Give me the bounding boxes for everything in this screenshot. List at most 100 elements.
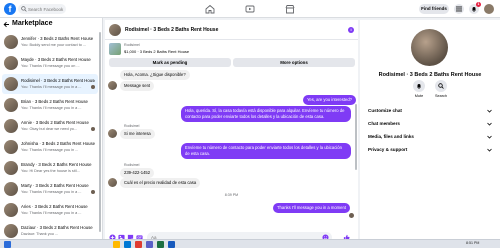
- sidebar-scrollbar[interactable]: [99, 32, 101, 232]
- conversation-snippet: You: Thanks I'll message you in a ...: [21, 85, 82, 89]
- mark-as-pending-button[interactable]: Mark as pending: [109, 58, 231, 67]
- search-label: Search: [434, 94, 448, 98]
- section-label: Chat members: [368, 121, 400, 126]
- seen-avatar: [91, 85, 95, 89]
- section-label: Privacy & support: [368, 147, 408, 152]
- word-icon[interactable]: [168, 241, 175, 248]
- message-incoming: Hola, Acoma. ¿Sigue disponible?: [120, 70, 190, 80]
- message-incoming: Cuál es el precio realidad de esta casa: [120, 178, 201, 188]
- profile-avatar[interactable]: [411, 29, 448, 66]
- chevron-down-icon: [487, 122, 492, 126]
- chevron-down-icon: [487, 109, 492, 113]
- file-explorer-icon[interactable]: [113, 241, 120, 248]
- conversation-snippet: You: Thanks I'll message you in a ...: [21, 106, 82, 110]
- chrome-icon[interactable]: [135, 241, 142, 248]
- conversation-snippet: You: Thanks I'll message you on ...: [21, 64, 80, 68]
- excel-icon[interactable]: [157, 241, 164, 248]
- avatar: [108, 81, 117, 90]
- notification-badge: 1: [476, 2, 481, 7]
- start-icon[interactable]: [4, 241, 11, 248]
- conversation-item[interactable]: Brandy · 3 Beds 2 Baths Rent House You: H…: [2, 158, 98, 178]
- seen-avatar: [91, 190, 95, 194]
- message-incoming: 239-422-1452: [120, 168, 155, 178]
- section-label: Customize chat: [368, 108, 402, 113]
- conversation-name: Marty · 3 Beds 2 Baths Rent House: [21, 183, 89, 188]
- conversation-snippet: You: Okay but dear we need yo...: [21, 127, 78, 131]
- conversation-item[interactable]: Aries · 3 Beds 2 Baths Rent House You: Th…: [2, 200, 98, 220]
- message-incoming: Si me interesa: [120, 129, 155, 139]
- edge-browser-icon[interactable]: [124, 241, 131, 248]
- account-avatar[interactable]: [484, 4, 494, 14]
- avatar: [4, 203, 18, 217]
- listing-summary[interactable]: Rodisimel $1,000 · 3 Beds 2 Baths Rent H…: [109, 42, 354, 56]
- bell-icon: [417, 84, 421, 89]
- info-icon[interactable]: i: [348, 27, 354, 33]
- search-conversation-button[interactable]: Search: [429, 80, 453, 102]
- conversation-name: Mayde · 3 Beds 2 Baths Rent House: [21, 57, 91, 62]
- avatar: [4, 224, 18, 238]
- message-incoming: Message sent: [120, 81, 155, 91]
- marketplace-icon[interactable]: [285, 4, 295, 14]
- notifications-button[interactable]: 1: [469, 2, 481, 14]
- avatar: [4, 119, 18, 133]
- conversation-item[interactable]: Johnisha · 3 Beds 2 Baths Rent House You:…: [2, 137, 98, 157]
- section-label: Media, files and links: [368, 134, 414, 139]
- chat-members-section[interactable]: Chat members: [368, 119, 492, 129]
- search-icon: [21, 6, 27, 12]
- search-icon: [438, 83, 444, 89]
- chevron-down-icon: [487, 135, 492, 139]
- bell-icon: [472, 7, 476, 12]
- teams-icon[interactable]: [146, 241, 153, 248]
- back-arrow-icon[interactable]: [3, 21, 10, 28]
- conversation-snippet: You: Thanks I'll message you in ...: [21, 148, 79, 152]
- menu-button[interactable]: [454, 4, 464, 14]
- conversation-item[interactable]: Daziaur · 3 Beds 2 Baths Rent House Dazia…: [2, 221, 98, 241]
- conversation-snippet: You: Thanks I'll message you in a ...: [21, 190, 82, 194]
- conversation-name: Aries · 3 Beds 2 Baths Rent House: [21, 204, 88, 209]
- chevron-down-icon: [487, 148, 492, 152]
- marketplace-inbox-sidebar: Marketplace Jennifer · 3 Beds 2 Baths Re…: [0, 18, 103, 248]
- message-outgoing: Envíeme tu número de contacto para poder…: [181, 143, 351, 159]
- mute-label: Mute: [414, 94, 424, 98]
- conversation-item[interactable]: Marty · 3 Beds 2 Baths Rent House You: Th…: [2, 179, 98, 199]
- message-timestamp: 8:39 PM: [224, 193, 239, 197]
- search-input[interactable]: [28, 4, 64, 14]
- home-icon[interactable]: [205, 4, 215, 14]
- conversation-item-active[interactable]: Rodisimel · 3 Beds 2 Baths Rent House You…: [2, 74, 98, 94]
- chat-panel: Rodisimel · 3 Beds 2 Baths Rent House i …: [105, 20, 358, 248]
- avatar: [4, 161, 18, 175]
- message-sender: Rodisimel: [124, 163, 140, 167]
- seen-avatar: [91, 127, 95, 131]
- customize-chat-section[interactable]: Customize chat: [368, 106, 492, 116]
- profile-name: Rodisimel · 3 Beds 2 Baths Rent House: [378, 72, 482, 78]
- search-circle: [435, 80, 447, 92]
- privacy-support-section[interactable]: Privacy & support: [368, 145, 492, 155]
- chat-title[interactable]: Rodisimel · 3 Beds 2 Baths Rent House: [125, 27, 218, 33]
- conversation-item[interactable]: Annie · 3 Beds 2 Baths Rent House You: Ok…: [2, 116, 98, 136]
- media-files-links-section[interactable]: Media, files and links: [368, 132, 492, 142]
- mute-button[interactable]: Mute: [407, 80, 431, 102]
- avatar: [108, 129, 117, 138]
- avatar[interactable]: [109, 24, 121, 36]
- conversation-snippet: You: Buddy send me your contact to ...: [21, 43, 87, 47]
- conversation-name: Brandy · 3 Beds 2 Baths Rent House: [21, 162, 92, 167]
- more-options-button[interactable]: More options: [233, 58, 355, 67]
- mute-circle: [413, 80, 425, 92]
- find-friends-button[interactable]: Find friends: [419, 4, 449, 14]
- conversation-item[interactable]: Brian · 3 Beds 2 Baths Rent House You: Th…: [2, 95, 98, 115]
- conversation-item[interactable]: Mayde · 3 Beds 2 Baths Rent House You: Th…: [2, 53, 98, 73]
- avatar: [4, 98, 18, 112]
- taskbar-clock: 8:51 PM: [466, 241, 480, 245]
- avatar: [4, 140, 18, 154]
- conversation-item[interactable]: Jennifer · 3 Beds 2 Baths Rent House You:…: [2, 32, 98, 52]
- video-icon[interactable]: [245, 4, 255, 14]
- conversation-snippet: Daziaur: Thank you ...: [21, 232, 59, 236]
- avatar: [108, 178, 117, 187]
- conversation-name: Brian · 3 Beds 2 Baths Rent House: [21, 99, 88, 104]
- avatar: [4, 77, 18, 91]
- facebook-logo-icon[interactable]: f: [4, 3, 16, 15]
- listing-thumbnail: [109, 43, 121, 55]
- chat-scrollbar[interactable]: [355, 104, 357, 170]
- search-box[interactable]: [18, 4, 66, 14]
- conversation-name: Jennifer · 3 Beds 2 Baths Rent House: [21, 36, 94, 41]
